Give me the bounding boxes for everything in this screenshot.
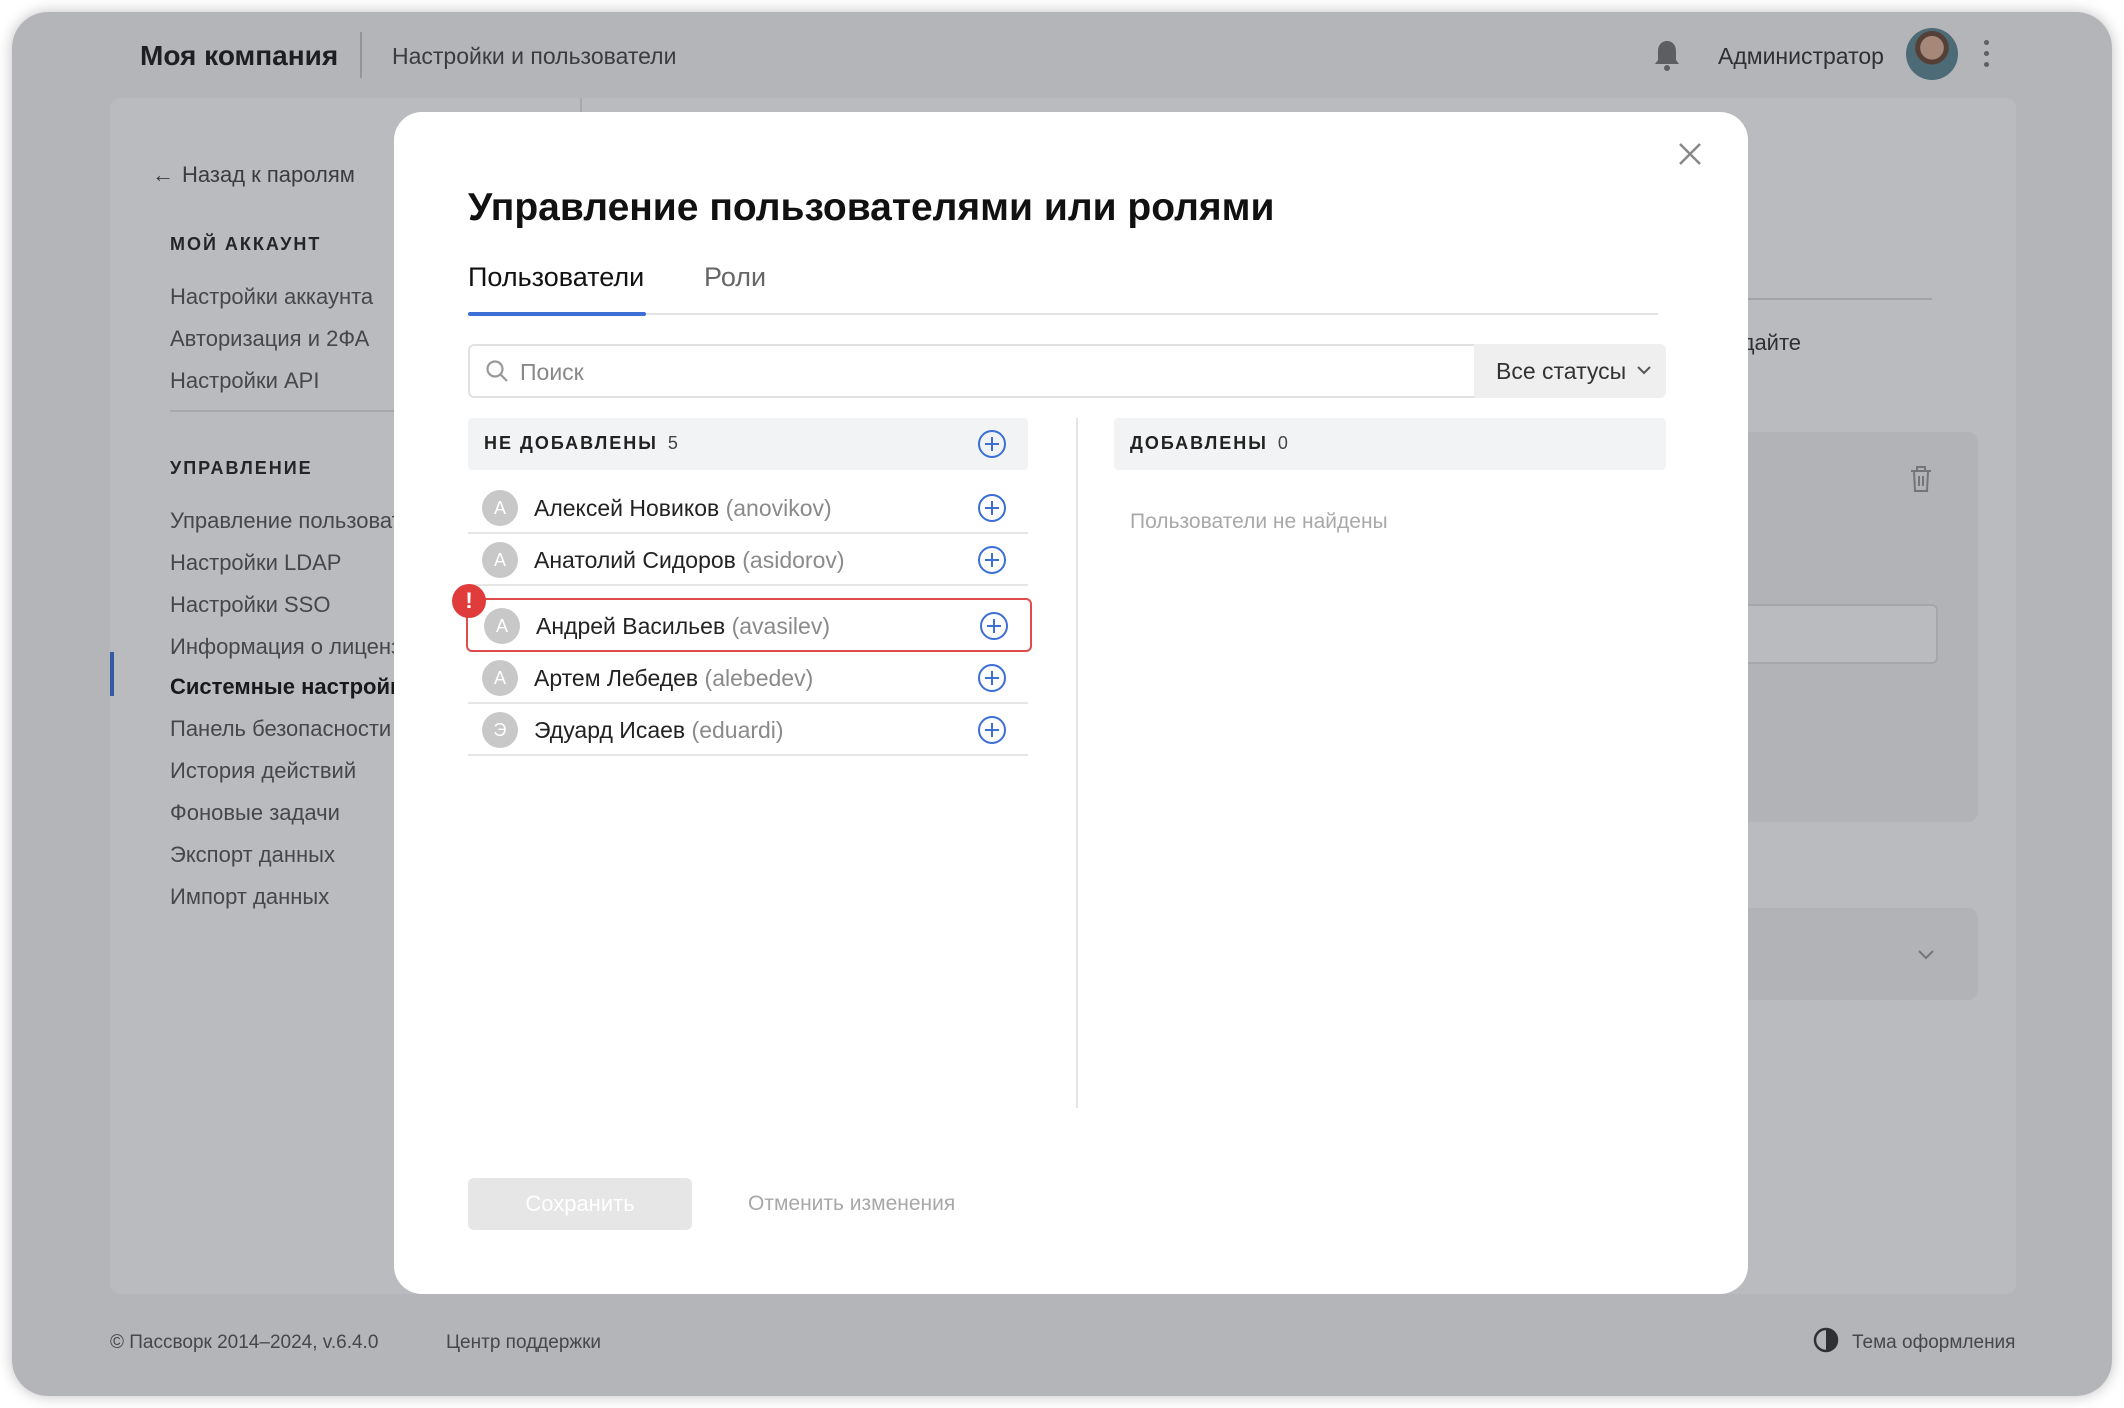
not-added-label: НЕ ДОБАВЛЕНЫ [484, 433, 658, 453]
add-user-icon[interactable] [976, 492, 1008, 524]
close-icon[interactable] [1676, 140, 1704, 168]
list-item[interactable]: А Артем Лебедев (alebedev) [468, 652, 1028, 704]
tab-users[interactable]: Пользователи [468, 262, 644, 293]
tabs-baseline [468, 313, 1658, 315]
list-item-error[interactable]: ! А Андрей Васильев (avasilev) [452, 584, 1032, 652]
add-user-icon[interactable] [976, 714, 1008, 746]
list-item[interactable]: Э Эдуард Исаев (eduardi) [468, 704, 1028, 756]
user-name: Алексей Новиков (anovikov) [534, 495, 832, 522]
tab-roles[interactable]: Роли [704, 262, 766, 293]
search-icon [486, 360, 508, 382]
add-user-icon[interactable] [976, 544, 1008, 576]
avatar: А [482, 660, 518, 696]
add-user-icon[interactable] [978, 610, 1010, 642]
app-window: Моя компания Настройки и пользователи Ад… [12, 12, 2112, 1396]
manage-users-modal: Управление пользователями или ролями Пол… [394, 112, 1748, 1294]
status-filter-select[interactable]: Все статусы [1474, 344, 1666, 398]
user-login: (asidorov) [742, 547, 845, 573]
search-input[interactable] [520, 354, 1420, 390]
added-title: ДОБАВЛЕНЫ 0 [1130, 433, 1288, 454]
column-divider [1076, 418, 1078, 1108]
user-full-name: Эдуард Исаев [534, 717, 686, 743]
added-header: ДОБАВЛЕНЫ 0 [1114, 418, 1666, 470]
list-item[interactable]: А Алексей Новиков (anovikov) [468, 482, 1028, 534]
added-label: ДОБАВЛЕНЫ [1130, 433, 1268, 453]
modal-title: Управление пользователями или ролями [468, 186, 1275, 229]
avatar: А [482, 490, 518, 526]
avatar: Э [482, 712, 518, 748]
avatar: А [482, 542, 518, 578]
status-filter-value: Все статусы [1496, 358, 1627, 384]
save-button[interactable]: Сохранить [468, 1178, 692, 1230]
user-login: (eduardi) [691, 717, 784, 743]
add-all-icon[interactable] [976, 428, 1008, 460]
user-name: Эдуард Исаев (eduardi) [534, 717, 784, 744]
user-full-name: Алексей Новиков [534, 495, 720, 521]
active-tab-indicator [468, 312, 646, 316]
user-name: Артем Лебедев (alebedev) [534, 665, 813, 692]
not-added-count: 5 [667, 433, 678, 453]
not-added-header: НЕ ДОБАВЛЕНЫ 5 [468, 418, 1028, 470]
empty-state-message: Пользователи не найдены [1130, 510, 1388, 533]
user-login: (anovikov) [725, 495, 832, 521]
user-login: (avasilev) [731, 613, 830, 639]
user-login: (alebedev) [704, 665, 814, 691]
list-item[interactable]: А Анатолий Сидоров (asidorov) [468, 534, 1028, 586]
user-full-name: Анатолий Сидоров [534, 547, 736, 573]
add-user-icon[interactable] [976, 662, 1008, 694]
user-full-name: Артем Лебедев [534, 665, 699, 691]
error-icon: ! [452, 584, 486, 618]
user-full-name: Андрей Васильев [536, 613, 726, 639]
chevron-down-icon [1637, 366, 1651, 375]
not-added-title: НЕ ДОБАВЛЕНЫ 5 [484, 433, 678, 454]
avatar: А [484, 608, 520, 644]
user-name: Андрей Васильев (avasilev) [536, 613, 830, 640]
added-count: 0 [1277, 433, 1288, 453]
cancel-changes-button[interactable]: Отменить изменения [748, 1192, 955, 1216]
search-field[interactable] [468, 344, 1474, 398]
user-name: Анатолий Сидоров (asidorov) [534, 547, 845, 574]
